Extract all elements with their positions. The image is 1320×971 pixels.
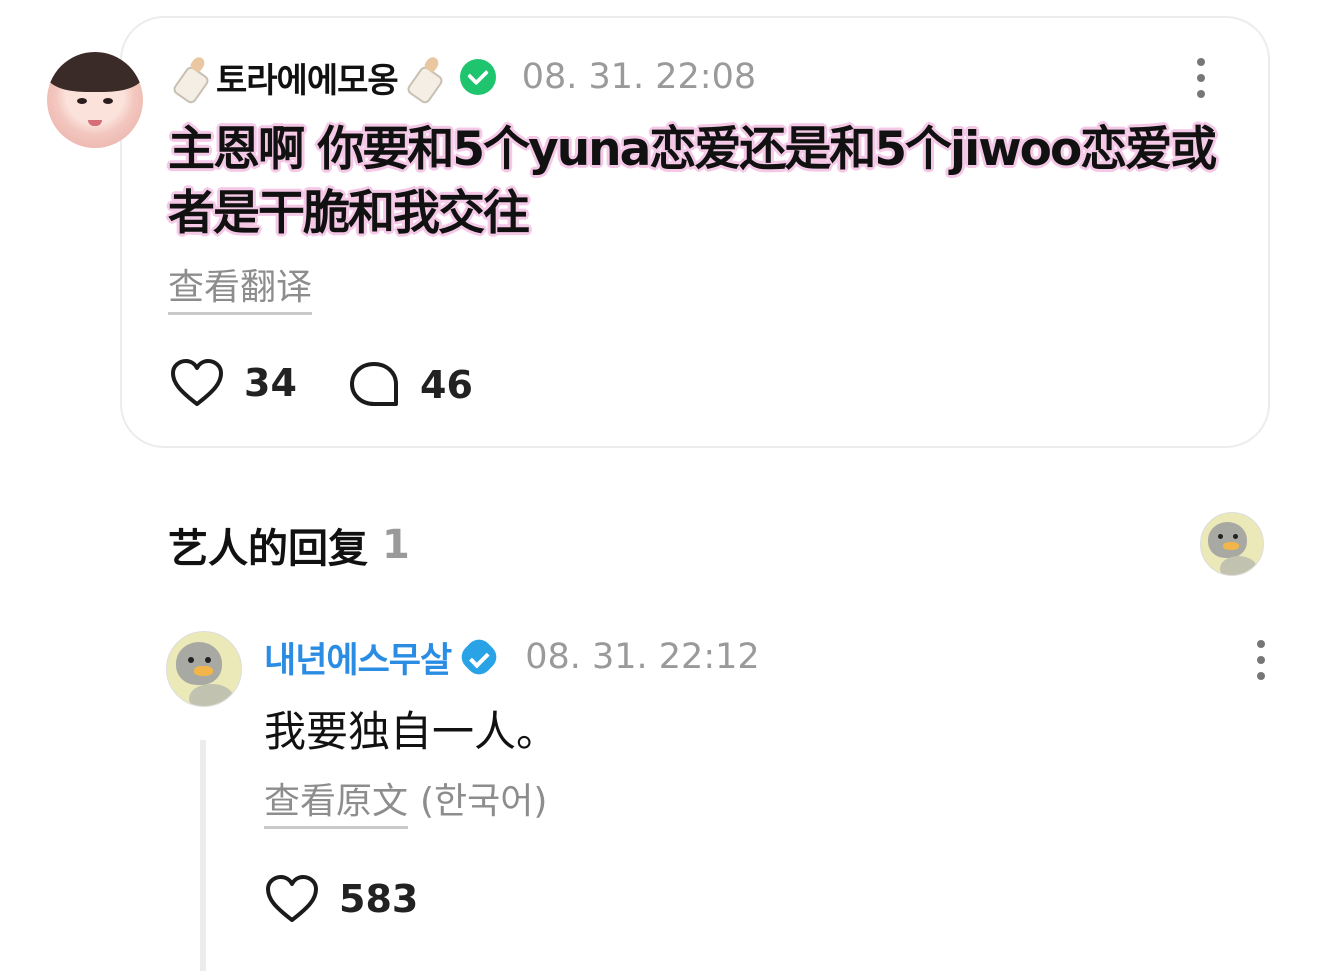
view-original-row: 查看原文 (한국어) (264, 772, 547, 829)
view-original-link[interactable]: 查看原文 (264, 772, 409, 829)
artist-replies-title: 艺人的回复 1 (168, 516, 410, 574)
reply-timestamp: 08. 31. 22:12 (525, 637, 760, 677)
comment-bubble-icon (350, 362, 398, 406)
view-translation-link[interactable]: 查看翻译 (168, 258, 313, 315)
heart-icon (171, 359, 223, 406)
section-title-text: 艺人的回复 (168, 526, 368, 572)
post-like-count: 34 (244, 361, 297, 405)
more-vertical-icon[interactable] (1197, 58, 1205, 106)
post-like-button[interactable]: 34 (170, 358, 297, 408)
reply-like-count: 583 (339, 877, 419, 921)
reply-avatar[interactable] (166, 631, 242, 707)
reply-more-vertical-icon[interactable] (1257, 640, 1265, 688)
post-comment-count: 46 (420, 363, 473, 407)
author-name[interactable]: 토라에에모옹 (216, 53, 399, 102)
post-header: 토라에에모옹 08. 31. 22:08 (168, 52, 757, 106)
thread-line (200, 740, 206, 971)
reply-like-button[interactable]: 583 (265, 874, 418, 924)
original-language: (한국어) (420, 781, 548, 822)
section-count: 1 (382, 522, 410, 568)
post-body: 主恩啊 你要和5个yuna恋爱还是和5个jiwoo恋爱或者是干脆和我交往 (168, 122, 1217, 241)
baby-bottle-icon (402, 54, 446, 106)
verified-blue-icon (456, 634, 502, 680)
heart-icon (266, 875, 318, 922)
artist-avatar-small[interactable] (1200, 512, 1264, 576)
baby-bottle-icon (168, 54, 212, 106)
reply-header: 내년에스무살 08. 31. 22:12 (264, 632, 760, 682)
post-comment-button[interactable]: 46 (348, 360, 473, 410)
reply-author-name[interactable]: 내년에스무살 (264, 632, 452, 683)
verified-green-icon (459, 59, 496, 95)
author-avatar[interactable] (47, 52, 143, 148)
post-timestamp: 08. 31. 22:08 (521, 57, 757, 97)
reply-body: 我要独自一人。 (264, 707, 559, 756)
